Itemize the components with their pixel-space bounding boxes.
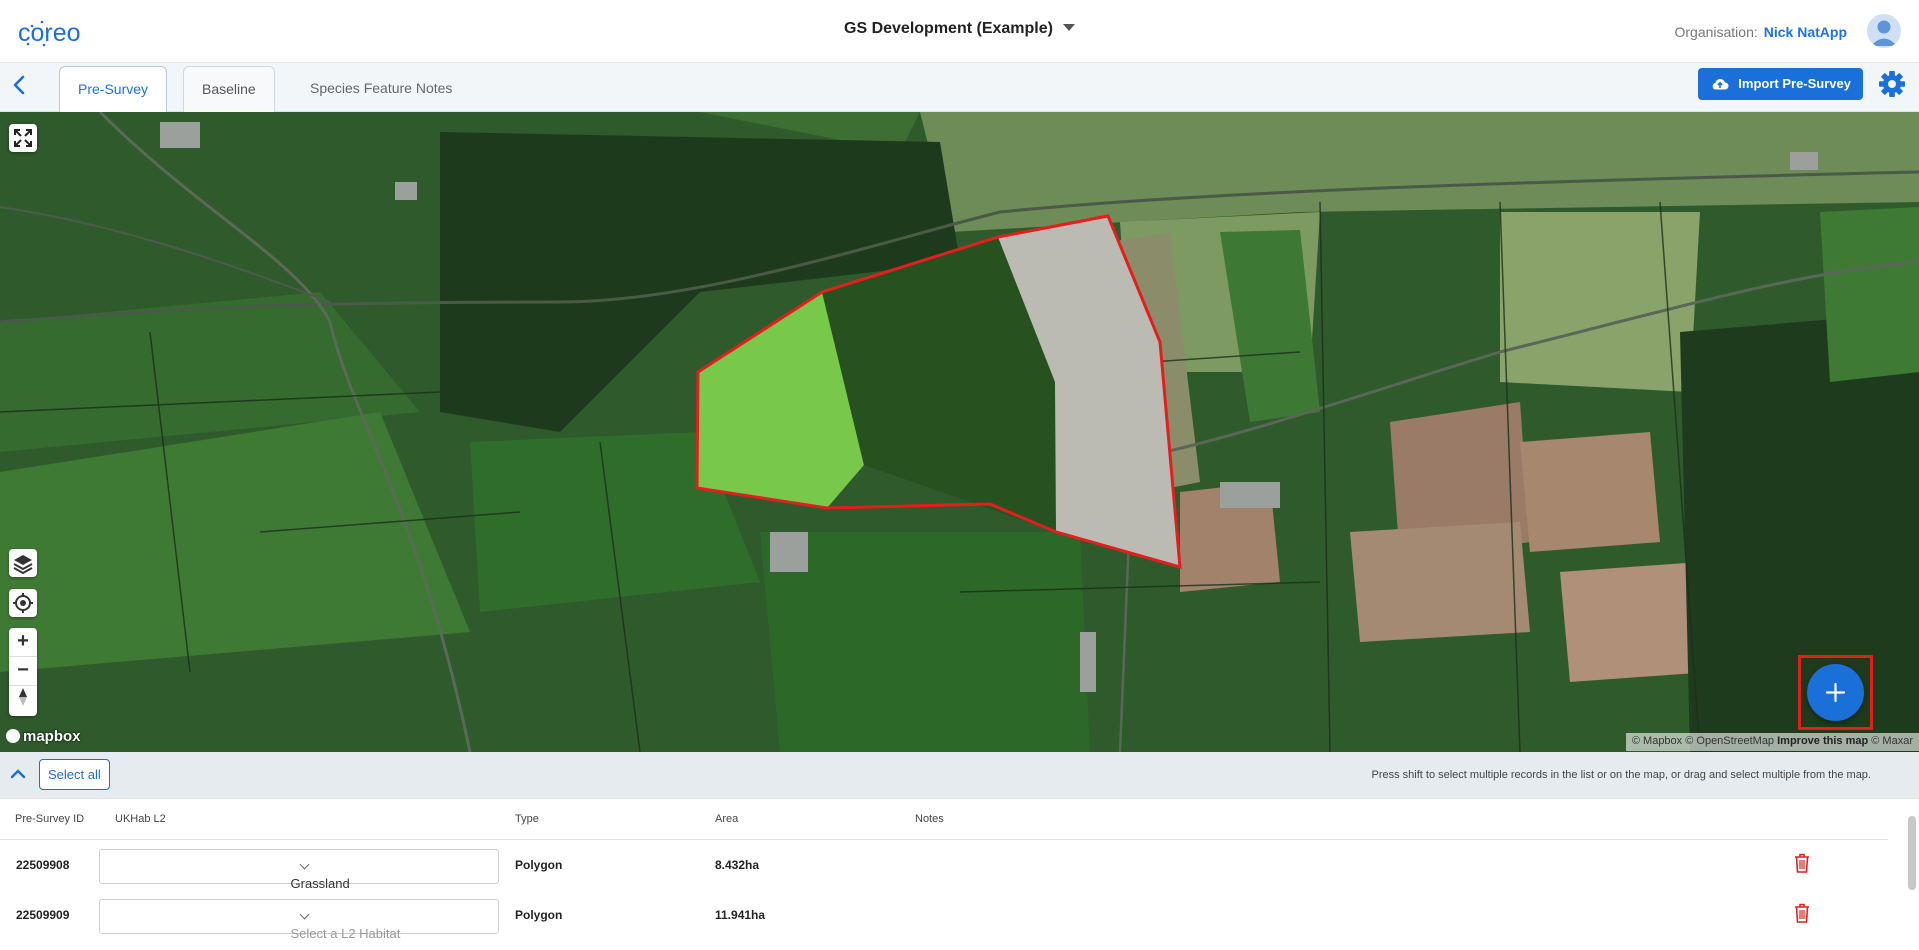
row-type: Polygon [515, 908, 563, 922]
row-type: Polygon [515, 858, 563, 872]
tab-pre-survey[interactable]: Pre-Survey [59, 66, 168, 112]
satellite-map[interactable] [0, 112, 1919, 752]
back-button[interactable] [8, 69, 32, 101]
selection-hint: Press shift to select multiple records i… [1371, 769, 1871, 781]
table-header: Pre-Survey ID UKHab L2 Type Area Notes [0, 799, 1888, 840]
column-header-area[interactable]: Area [715, 813, 738, 825]
import-button-label: Import Pre-Survey [1738, 76, 1851, 91]
chevron-left-icon [13, 75, 25, 95]
row-area: 8.432ha [715, 858, 760, 872]
scrollbar-thumb[interactable] [1908, 816, 1916, 890]
map-attribution: © Mapbox © OpenStreetMap Improve this ma… [1625, 733, 1919, 751]
cloud-upload-icon [1712, 78, 1729, 90]
zoom-out-button[interactable]: − [9, 657, 37, 686]
add-feature-button[interactable] [1807, 664, 1864, 721]
collapse-list-button[interactable] [8, 764, 28, 784]
map-view[interactable]: + − mapbox © Mapbox © OpenStreetMap Impr… [0, 112, 1919, 752]
chevron-up-icon [10, 769, 26, 779]
mapbox-icon [6, 729, 20, 743]
project-title: GS Development (Example) [844, 20, 1053, 37]
app-header: coreo GS Development (Example) Organisat… [0, 0, 1919, 63]
list-toolbar: Select all Press shift to select multipl… [0, 752, 1919, 799]
table-row[interactable]: 22509908 Grassland Polygon 8.432ha [0, 841, 1888, 891]
organisation-name[interactable]: Nick NatApp [1764, 24, 1847, 40]
tab-species-feature-notes[interactable]: Species Feature Notes [292, 66, 470, 112]
habitat-placeholder: Select a L2 Habitat [290, 926, 401, 941]
row-id: 22509908 [16, 858, 70, 872]
locate-button[interactable] [9, 589, 37, 617]
user-avatar[interactable] [1867, 14, 1901, 48]
zoom-in-button[interactable]: + [9, 628, 37, 657]
trash-icon[interactable] [1793, 852, 1811, 874]
settings-button[interactable] [1877, 69, 1907, 99]
tab-bar: Pre-Survey Baseline Species Feature Note… [0, 63, 1919, 112]
gear-icon [1879, 71, 1905, 97]
attribution-maxar[interactable]: © Maxar [1871, 735, 1913, 747]
attribution-osm[interactable]: © OpenStreetMap [1685, 735, 1774, 747]
habitat-select[interactable]: Grassland [99, 849, 499, 891]
pre-survey-table: Pre-Survey ID UKHab L2 Type Area Notes 2… [0, 799, 1919, 941]
compass-icon [19, 688, 27, 706]
column-header-id[interactable]: Pre-Survey ID [15, 813, 84, 825]
organisation-label: Organisation: [1674, 24, 1758, 40]
compass-button[interactable] [9, 686, 37, 715]
mapbox-label: mapbox [23, 728, 81, 745]
select-all-button[interactable]: Select all [39, 759, 110, 790]
table-scrollbar[interactable] [1907, 804, 1917, 919]
column-header-notes[interactable]: Notes [915, 813, 944, 825]
caret-down-icon [1062, 24, 1075, 31]
layers-button[interactable] [9, 549, 37, 577]
row-area: 11.941ha [715, 908, 766, 922]
organisation-info: Organisation: Nick NatApp [1674, 24, 1847, 40]
row-id: 22509909 [16, 908, 70, 922]
table-row[interactable]: 22509909 Select a L2 Habitat Polygon 11.… [0, 891, 1888, 941]
column-header-type[interactable]: Type [515, 813, 539, 825]
habitat-select[interactable]: Select a L2 Habitat [99, 899, 499, 941]
trash-icon[interactable] [1793, 902, 1811, 924]
zoom-controls: + − [9, 628, 37, 716]
import-pre-survey-button[interactable]: Import Pre-Survey [1698, 68, 1863, 100]
layers-icon [13, 555, 33, 575]
fullscreen-icon [14, 129, 32, 147]
plus-icon [1825, 682, 1846, 703]
user-icon [1871, 20, 1897, 46]
mapbox-logo: mapbox [6, 728, 81, 745]
locate-icon [13, 593, 33, 613]
attribution-improve[interactable]: Improve this map [1777, 735, 1868, 747]
tab-baseline[interactable]: Baseline [183, 66, 275, 112]
attribution-mapbox[interactable]: © Mapbox [1632, 735, 1682, 747]
project-selector[interactable]: GS Development (Example) [0, 20, 1919, 38]
fullscreen-button[interactable] [9, 124, 37, 152]
column-header-ukhab[interactable]: UKHab L2 [115, 813, 166, 825]
